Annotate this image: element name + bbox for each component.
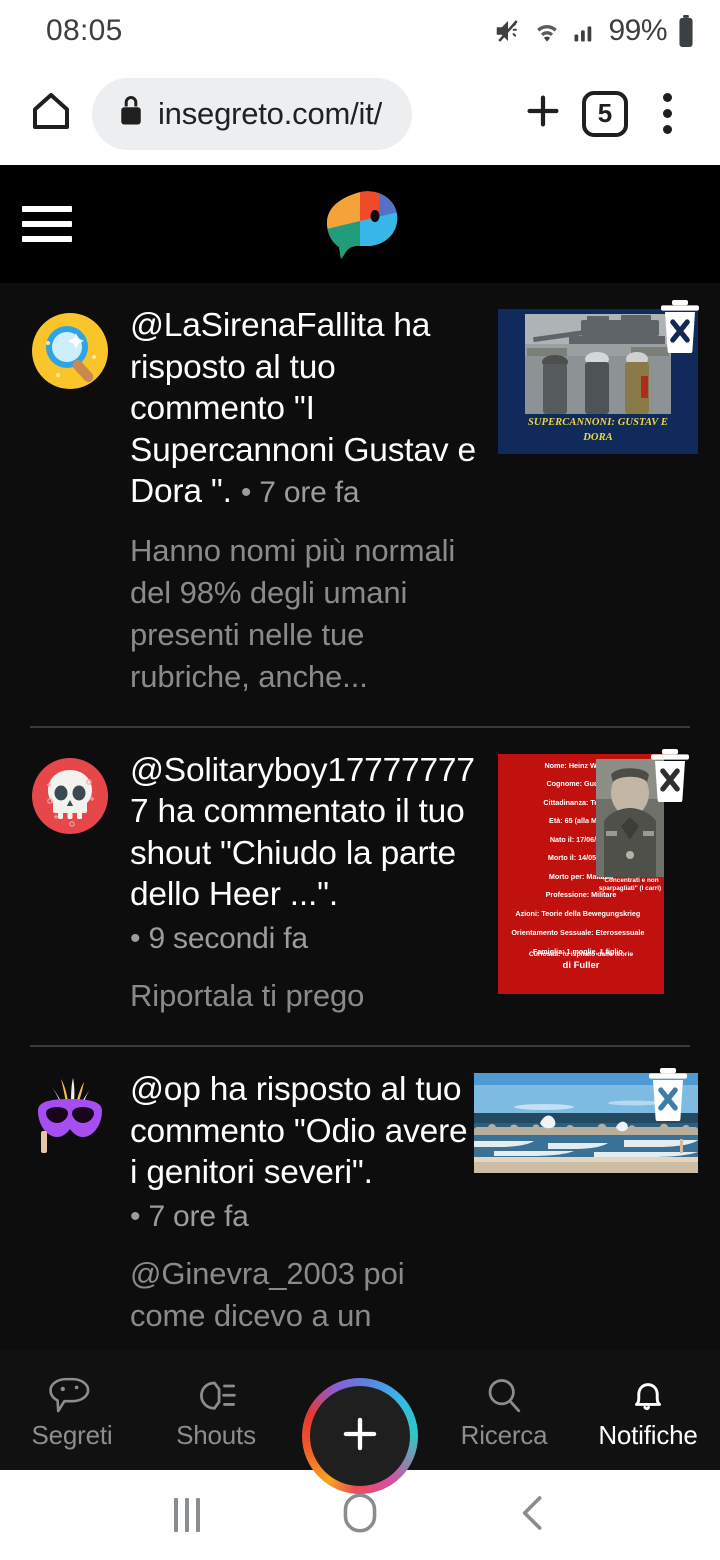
notification-title: @Solitaryboy177777777 ha commentato il t…: [130, 750, 492, 916]
wifi-icon: [532, 16, 562, 46]
home-circle-icon: [342, 1492, 378, 1539]
battery-percent-label: 99%: [608, 14, 667, 47]
status-bar: 08:05 99%: [0, 0, 720, 62]
speech-bubble-icon: [49, 1370, 95, 1416]
lock-icon: [118, 96, 144, 131]
nav-label-notifiche: Notifiche: [598, 1419, 698, 1450]
app-header: [0, 165, 720, 283]
nav-item-ricerca[interactable]: Ricerca: [432, 1370, 576, 1451]
tab-count-badge: 5: [582, 90, 628, 137]
info-card-curiosity-line2: di Fuller: [562, 959, 600, 971]
notification-preview: @Ginevra_2003 poi come dicevo a un: [130, 1256, 405, 1333]
notification-timestamp: • 9 secondi fa: [130, 921, 308, 955]
nav-item-notifiche[interactable]: Notifiche: [576, 1370, 720, 1451]
notification-thumbnail-column: Nome: Heinz Whilelm Cognome: Guderian Ci…: [498, 748, 704, 1018]
megaphone-icon: [193, 1370, 239, 1416]
mute-icon: [493, 16, 523, 46]
info-card-row: Azioni: Teorie della Bewegungskrieg: [515, 908, 641, 918]
create-post-button-inner: [310, 1386, 410, 1486]
notification-timestamp: • 7 ore fa: [130, 1199, 249, 1233]
browser-menu-button[interactable]: [636, 83, 698, 145]
recents-button[interactable]: [142, 1485, 232, 1545]
info-card-row: Orientamento Sessuale: Eterosessuale: [511, 927, 645, 937]
notification-content: @Solitaryboy177777777 ha commentato il t…: [112, 750, 498, 1018]
plus-icon: [334, 1408, 386, 1465]
insegreto-logo[interactable]: [317, 189, 403, 259]
phone-screen: 08:05 99% insegreto.com/it/ 5 @LaSirenaF…: [0, 0, 720, 1560]
notification-item[interactable]: @LaSirenaFallita ha risposto al tuo comm…: [0, 283, 720, 698]
notifications-feed[interactable]: @LaSirenaFallita ha risposto al tuo comm…: [0, 283, 720, 1350]
bottom-navigation: Segreti Shouts Ricerca Notifiche: [0, 1350, 720, 1494]
notification-item[interactable]: @Solitaryboy177777777 ha commentato il t…: [0, 728, 720, 1018]
back-chevron-icon: [516, 1493, 550, 1538]
notification-timestamp: • 7 ore fa: [240, 476, 360, 509]
delete-trash-icon[interactable]: [646, 1067, 690, 1122]
delete-trash-icon[interactable]: [658, 299, 702, 354]
nav-label-segreti: Segreti: [31, 1419, 113, 1450]
back-button[interactable]: [488, 1485, 578, 1545]
search-icon: [483, 1370, 525, 1416]
create-post-button[interactable]: [302, 1378, 418, 1494]
magnifying-glass-avatar: [28, 309, 112, 393]
browser-toolbar: insegreto.com/it/ 5: [0, 62, 720, 165]
notification-preview: Riportala ti prego: [130, 978, 365, 1013]
hamburger-menu-icon[interactable]: [22, 206, 72, 242]
notification-thumbnail[interactable]: Nome: Heinz Whilelm Cognome: Guderian Ci…: [498, 753, 664, 994]
carnival-mask-avatar: [28, 1073, 112, 1157]
notification-content: @op ha risposto al tuo commento "Odio av…: [112, 1069, 474, 1337]
info-card-curiosity: Curiosità: fu ispirato dalle teorie di F…: [498, 950, 664, 972]
browser-home-button[interactable]: [20, 83, 82, 145]
poster-caption-line1: SUPERCANNONI: GUSTAV E: [527, 417, 669, 428]
home-icon: [27, 87, 75, 140]
notification-content: @LaSirenaFallita ha risposto al tuo comm…: [112, 305, 498, 698]
status-bar-time: 08:05: [46, 14, 123, 47]
new-tab-button[interactable]: [512, 83, 574, 145]
battery-icon: [676, 15, 696, 47]
home-button[interactable]: [315, 1485, 405, 1545]
kebab-menu-icon: [662, 93, 672, 134]
notification-title: @op ha risposto al tuo commento "Odio av…: [130, 1069, 468, 1194]
nav-label-ricerca: Ricerca: [460, 1419, 548, 1450]
notification-thumbnail-column: [474, 1068, 704, 1337]
recents-icon: [173, 1498, 200, 1532]
nav-label-shouts: Shouts: [176, 1419, 256, 1450]
notification-title: @LaSirenaFallita ha risposto al tuo comm…: [130, 305, 492, 514]
info-card-quote: "Concentrati e non sparpagliati" (I carr…: [598, 876, 662, 892]
notification-thumbnail-column: SUPERCANNONI: GUSTAV E DORA: [498, 300, 704, 698]
skull-avatar: [28, 754, 112, 838]
notification-preview: Hanno nomi più normali del 98% degli uma…: [130, 532, 456, 694]
nav-item-shouts[interactable]: Shouts: [144, 1370, 288, 1451]
signal-icon: [571, 17, 599, 45]
address-bar[interactable]: insegreto.com/it/: [92, 77, 413, 150]
plus-icon: [520, 88, 566, 139]
notification-title-text: @op ha risposto al tuo commento "Odio av…: [130, 1071, 468, 1191]
poster-caption-line2: DORA: [583, 432, 613, 443]
bell-icon: [626, 1370, 670, 1416]
poster-photo: [525, 314, 671, 414]
status-bar-icons: 99%: [493, 14, 696, 48]
notification-title-text: @Solitaryboy177777777 ha commentato il t…: [130, 751, 475, 914]
info-card-curiosity-line1: Curiosità: fu ispirato dalle teorie: [528, 950, 634, 958]
delete-trash-icon[interactable]: [648, 748, 692, 803]
notification-item[interactable]: @op ha risposto al tuo commento "Odio av…: [0, 1047, 720, 1337]
nav-item-segreti[interactable]: Segreti: [0, 1370, 144, 1451]
tab-switcher-button[interactable]: 5: [574, 83, 636, 145]
url-text: insegreto.com/it/: [158, 95, 383, 131]
